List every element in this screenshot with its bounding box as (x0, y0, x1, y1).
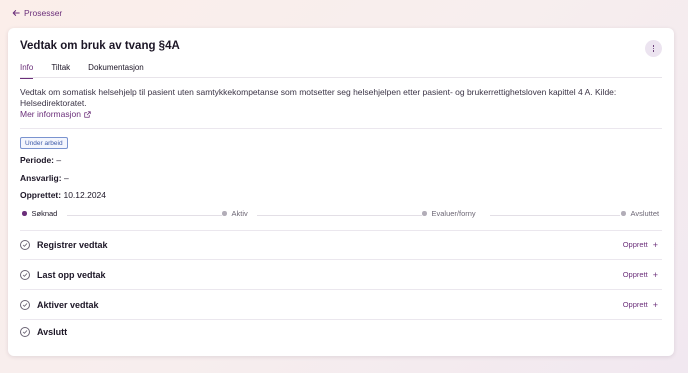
back-link[interactable]: Prosesser (12, 8, 62, 18)
task-name: Aktiver vedtak (37, 299, 99, 310)
more-options-button[interactable] (645, 40, 662, 57)
task-avslutt: Avslutt (20, 317, 662, 346)
step-dot-icon (621, 211, 626, 216)
opprett-button[interactable]: Opprett + (623, 300, 658, 310)
periode-value: – (56, 155, 62, 165)
divider (20, 128, 662, 129)
opprett-label: Opprett (622, 240, 648, 249)
step-label: Aktiv (231, 209, 248, 218)
step-dot-icon (422, 211, 427, 216)
more-info-link[interactable]: Mer informasjon (20, 109, 91, 119)
arrow-left-icon (12, 10, 20, 16)
step-connector (67, 215, 222, 216)
step-dot-icon (222, 211, 227, 216)
opprettet-label: Opprettet: (20, 190, 62, 200)
step-dot-icon (22, 211, 27, 216)
task-last-opp-vedtak: Last opp vedtak Opprett + (20, 260, 662, 289)
ansvarlig-value: – (63, 173, 69, 183)
opprettet-value: 10.12.2024 (63, 190, 107, 200)
step-aktiv: Aktiv (222, 209, 248, 218)
opprett-label: Opprett (622, 300, 648, 309)
step-label: Evaluer/forny (431, 209, 476, 218)
task-aktiver-vedtak: Aktiver vedtak Opprett + (20, 290, 662, 319)
back-link-label: Prosesser (24, 8, 63, 18)
process-description: Vedtak om somatisk helsehjelp til pasien… (20, 87, 617, 108)
task-name: Avslutt (37, 326, 68, 337)
step-connector (257, 215, 422, 216)
check-circle-icon (20, 299, 30, 310)
task-name: Last opp vedtak (37, 269, 106, 280)
opprett-button[interactable]: Opprett + (623, 240, 658, 250)
more-info-label: Mer informasjon (20, 109, 81, 119)
check-circle-icon (20, 269, 30, 280)
plus-icon: + (652, 299, 658, 310)
step-connector (490, 215, 620, 216)
tab-tiltak[interactable]: Tiltak (51, 62, 70, 78)
process-stepper: Søknad Aktiv Evaluer/forny Avsluttet (22, 209, 662, 221)
step-soknad: Søknad (22, 209, 58, 218)
external-link-icon (84, 110, 91, 118)
periode-row: Periode: – (20, 155, 61, 165)
task-registrer-vedtak: Registrer vedtak Opprett + (20, 230, 662, 259)
step-label: Avsluttet (630, 209, 660, 218)
check-circle-icon (20, 326, 30, 337)
page-title: Vedtak om bruk av tvang §4A (20, 40, 180, 52)
plus-icon: + (652, 239, 658, 250)
plus-icon: + (652, 269, 658, 280)
ansvarlig-label: Ansvarlig: (20, 173, 62, 183)
opprettet-row: Opprettet: 10.12.2024 (20, 190, 106, 200)
tab-dokumentasjon[interactable]: Dokumentasjon (88, 62, 144, 78)
opprett-button[interactable]: Opprett + (623, 270, 658, 280)
tab-info[interactable]: Info (20, 62, 34, 79)
step-evaluer-forny: Evaluer/forny (422, 209, 476, 218)
check-circle-icon (20, 239, 30, 250)
periode-label: Periode: (20, 155, 55, 165)
status-badge: Under arbeid (20, 137, 68, 149)
process-card: Vedtak om bruk av tvang §4A Info Tiltak … (8, 28, 674, 356)
opprett-label: Opprett (622, 270, 648, 279)
task-name: Registrer vedtak (37, 239, 108, 250)
step-label: Søknad (31, 209, 58, 218)
kebab-menu-icon (652, 44, 655, 52)
ansvarlig-row: Ansvarlig: – (20, 173, 69, 183)
step-avsluttet: Avsluttet (621, 209, 660, 218)
tab-bar: Info Tiltak Dokumentasjon (20, 62, 662, 79)
